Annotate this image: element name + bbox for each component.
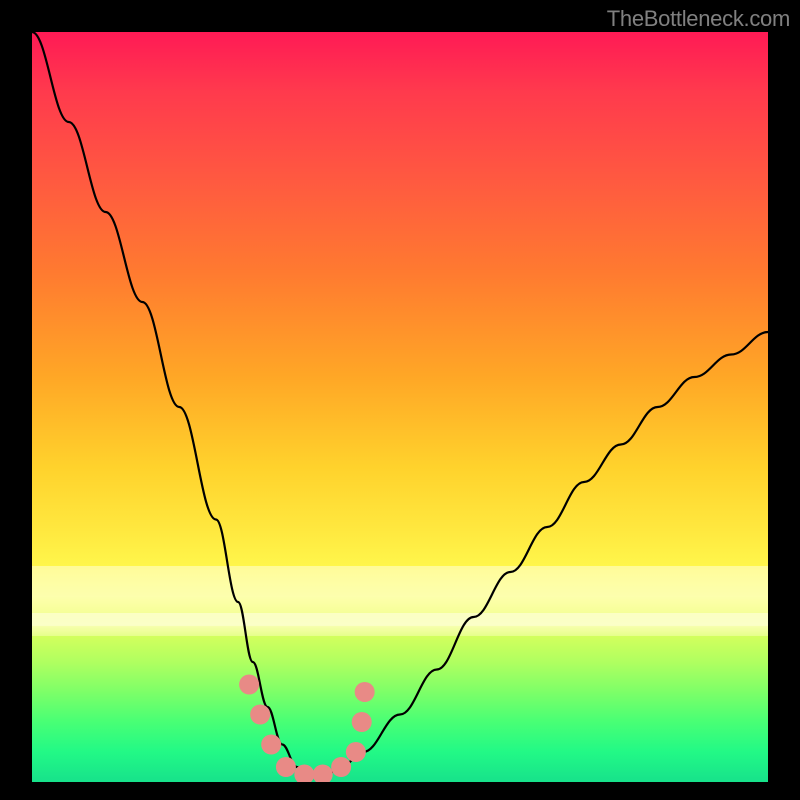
marker-bead [355, 682, 375, 702]
marker-bead [331, 757, 351, 777]
marker-bead [239, 675, 259, 695]
marker-bead [346, 742, 366, 762]
marker-bead [276, 757, 296, 777]
chart-frame: TheBottleneck.com [0, 0, 800, 800]
marker-beads [239, 675, 375, 783]
curve-layer [32, 32, 768, 782]
marker-bead [250, 705, 270, 725]
bottleneck-curve [32, 32, 768, 775]
marker-bead [261, 735, 281, 755]
plot-area [32, 32, 768, 782]
marker-bead [313, 765, 333, 783]
watermark-text: TheBottleneck.com [607, 6, 790, 32]
marker-bead [352, 712, 372, 732]
